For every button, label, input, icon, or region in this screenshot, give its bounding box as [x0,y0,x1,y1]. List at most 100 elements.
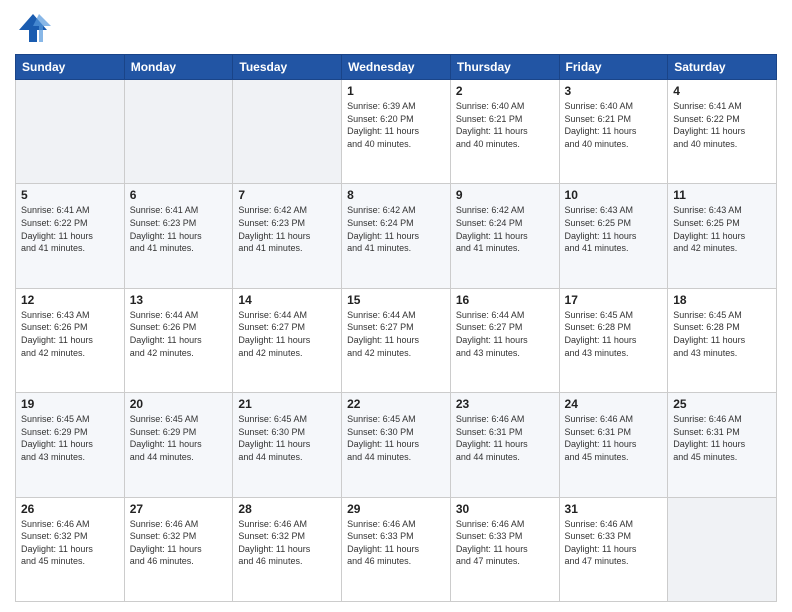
day-number: 22 [347,397,445,411]
page: SundayMondayTuesdayWednesdayThursdayFrid… [0,0,792,612]
calendar-cell: 12 Sunrise: 6:43 AM Sunset: 6:26 PM Dayli… [16,288,125,392]
calendar-cell: 16Sunrise: 6:44 AM Sunset: 6:27 PM Dayli… [450,288,559,392]
day-number: 9 [456,188,554,202]
calendar-cell: 11 Sunrise: 6:43 AM Sunset: 6:25 PM Dayli… [668,184,777,288]
day-info: Sunrise: 6:43 AM Sunset: 6:25 PM Dayligh… [673,204,771,254]
day-number: 23 [456,397,554,411]
day-info: Sunrise: 6:46 AM Sunset: 6:32 PM Dayligh… [130,518,228,568]
day-info: Sunrise: 6:43 AM Sunset: 6:25 PM Dayligh… [565,204,663,254]
calendar-cell: 27 Sunrise: 6:46 AM Sunset: 6:32 PM Dayli… [124,497,233,601]
calendar-cell: 31 Sunrise: 6:46 AM Sunset: 6:33 PM Dayli… [559,497,668,601]
day-info: Sunrise: 6:46 AM Sunset: 6:31 PM Dayligh… [565,413,663,463]
day-info: Sunrise: 6:41 AM Sunset: 6:22 PM Dayligh… [21,204,119,254]
day-header-sunday: Sunday [16,55,125,80]
day-info: Sunrise: 6:46 AM Sunset: 6:31 PM Dayligh… [456,413,554,463]
calendar-cell: 18 Sunrise: 6:45 AM Sunset: 6:28 PM Dayli… [668,288,777,392]
day-number: 19 [21,397,119,411]
calendar-cell [124,80,233,184]
calendar-week-1: 1Sunrise: 6:39 AM Sunset: 6:20 PM Daylig… [16,80,777,184]
day-info: Sunrise: 6:45 AM Sunset: 6:28 PM Dayligh… [673,309,771,359]
day-info: Sunrise: 6:41 AM Sunset: 6:22 PM Dayligh… [673,100,771,150]
calendar-cell: 1Sunrise: 6:39 AM Sunset: 6:20 PM Daylig… [342,80,451,184]
calendar-cell: 26 Sunrise: 6:46 AM Sunset: 6:32 PM Dayli… [16,497,125,601]
day-info: Sunrise: 6:44 AM Sunset: 6:27 PM Dayligh… [238,309,336,359]
calendar-cell: 21 Sunrise: 6:45 AM Sunset: 6:30 PM Dayli… [233,393,342,497]
calendar-week-2: 5 Sunrise: 6:41 AM Sunset: 6:22 PM Daylig… [16,184,777,288]
day-number: 21 [238,397,336,411]
day-info: Sunrise: 6:41 AM Sunset: 6:23 PM Dayligh… [130,204,228,254]
logo [15,10,55,46]
day-info: Sunrise: 6:46 AM Sunset: 6:32 PM Dayligh… [238,518,336,568]
day-info: Sunrise: 6:45 AM Sunset: 6:28 PM Dayligh… [565,309,663,359]
day-info: Sunrise: 6:42 AM Sunset: 6:24 PM Dayligh… [456,204,554,254]
day-info: Sunrise: 6:45 AM Sunset: 6:30 PM Dayligh… [347,413,445,463]
calendar-cell: 15 Sunrise: 6:44 AM Sunset: 6:27 PM Dayli… [342,288,451,392]
calendar-cell: 3 Sunrise: 6:40 AM Sunset: 6:21 PM Daylig… [559,80,668,184]
logo-icon [15,10,51,46]
calendar-header-row: SundayMondayTuesdayWednesdayThursdayFrid… [16,55,777,80]
day-number: 2 [456,84,554,98]
calendar-cell: 9 Sunrise: 6:42 AM Sunset: 6:24 PM Daylig… [450,184,559,288]
calendar-cell: 22 Sunrise: 6:45 AM Sunset: 6:30 PM Dayli… [342,393,451,497]
day-header-friday: Friday [559,55,668,80]
day-info: Sunrise: 6:46 AM Sunset: 6:33 PM Dayligh… [565,518,663,568]
day-number: 11 [673,188,771,202]
day-info: Sunrise: 6:40 AM Sunset: 6:21 PM Dayligh… [456,100,554,150]
calendar-cell: 6 Sunrise: 6:41 AM Sunset: 6:23 PM Daylig… [124,184,233,288]
day-number: 15 [347,293,445,307]
day-info: Sunrise: 6:40 AM Sunset: 6:21 PM Dayligh… [565,100,663,150]
day-info: Sunrise: 6:44 AM Sunset: 6:27 PM Dayligh… [347,309,445,359]
day-info: Sunrise: 6:45 AM Sunset: 6:30 PM Dayligh… [238,413,336,463]
calendar-cell: 25Sunrise: 6:46 AM Sunset: 6:31 PM Dayli… [668,393,777,497]
calendar-cell: 24Sunrise: 6:46 AM Sunset: 6:31 PM Dayli… [559,393,668,497]
day-number: 6 [130,188,228,202]
day-number: 27 [130,502,228,516]
day-header-tuesday: Tuesday [233,55,342,80]
day-info: Sunrise: 6:45 AM Sunset: 6:29 PM Dayligh… [21,413,119,463]
calendar-cell: 13Sunrise: 6:44 AM Sunset: 6:26 PM Dayli… [124,288,233,392]
calendar-cell: 10Sunrise: 6:43 AM Sunset: 6:25 PM Dayli… [559,184,668,288]
day-info: Sunrise: 6:46 AM Sunset: 6:32 PM Dayligh… [21,518,119,568]
day-header-saturday: Saturday [668,55,777,80]
day-number: 3 [565,84,663,98]
day-info: Sunrise: 6:46 AM Sunset: 6:33 PM Dayligh… [456,518,554,568]
calendar-cell: 20Sunrise: 6:45 AM Sunset: 6:29 PM Dayli… [124,393,233,497]
calendar: SundayMondayTuesdayWednesdayThursdayFrid… [15,54,777,602]
day-info: Sunrise: 6:44 AM Sunset: 6:26 PM Dayligh… [130,309,228,359]
day-info: Sunrise: 6:42 AM Sunset: 6:23 PM Dayligh… [238,204,336,254]
calendar-cell: 29 Sunrise: 6:46 AM Sunset: 6:33 PM Dayli… [342,497,451,601]
calendar-cell: 17 Sunrise: 6:45 AM Sunset: 6:28 PM Dayli… [559,288,668,392]
day-info: Sunrise: 6:43 AM Sunset: 6:26 PM Dayligh… [21,309,119,359]
calendar-cell [233,80,342,184]
calendar-week-4: 19 Sunrise: 6:45 AM Sunset: 6:29 PM Dayli… [16,393,777,497]
day-info: Sunrise: 6:46 AM Sunset: 6:33 PM Dayligh… [347,518,445,568]
day-number: 26 [21,502,119,516]
day-number: 29 [347,502,445,516]
day-number: 28 [238,502,336,516]
day-number: 4 [673,84,771,98]
calendar-cell: 19 Sunrise: 6:45 AM Sunset: 6:29 PM Dayli… [16,393,125,497]
day-number: 31 [565,502,663,516]
day-number: 12 [21,293,119,307]
calendar-cell: 2 Sunrise: 6:40 AM Sunset: 6:21 PM Daylig… [450,80,559,184]
day-header-thursday: Thursday [450,55,559,80]
calendar-cell: 28 Sunrise: 6:46 AM Sunset: 6:32 PM Dayli… [233,497,342,601]
day-header-wednesday: Wednesday [342,55,451,80]
calendar-cell: 4 Sunrise: 6:41 AM Sunset: 6:22 PM Daylig… [668,80,777,184]
day-number: 7 [238,188,336,202]
calendar-cell: 5 Sunrise: 6:41 AM Sunset: 6:22 PM Daylig… [16,184,125,288]
day-number: 1 [347,84,445,98]
calendar-cell: 30Sunrise: 6:46 AM Sunset: 6:33 PM Dayli… [450,497,559,601]
day-number: 18 [673,293,771,307]
calendar-week-3: 12 Sunrise: 6:43 AM Sunset: 6:26 PM Dayli… [16,288,777,392]
day-number: 5 [21,188,119,202]
day-header-monday: Monday [124,55,233,80]
day-info: Sunrise: 6:46 AM Sunset: 6:31 PM Dayligh… [673,413,771,463]
header [15,10,777,46]
day-number: 8 [347,188,445,202]
calendar-cell: 23 Sunrise: 6:46 AM Sunset: 6:31 PM Dayli… [450,393,559,497]
day-number: 17 [565,293,663,307]
day-info: Sunrise: 6:42 AM Sunset: 6:24 PM Dayligh… [347,204,445,254]
day-info: Sunrise: 6:45 AM Sunset: 6:29 PM Dayligh… [130,413,228,463]
day-info: Sunrise: 6:44 AM Sunset: 6:27 PM Dayligh… [456,309,554,359]
